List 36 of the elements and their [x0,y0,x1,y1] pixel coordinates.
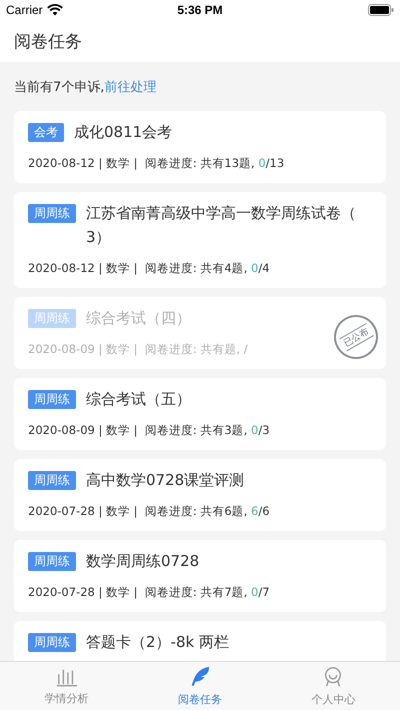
task-title: 综合考试（四） [86,308,192,329]
page-title: 阅卷任务 [14,30,82,52]
tag-label: 周周练 [28,633,76,652]
task-card[interactable]: 周周练 数学周周练0728 2020-07-28 | 数学 | 阅卷进度: 共有7题, 0/7 [14,540,386,612]
task-title: 成化0811会考 [74,122,174,143]
wifi-icon [46,4,63,16]
tag-label: 周周练 [28,204,76,223]
task-card[interactable]: 周周练 综合考试（四） 2020-08-09 | 数学 | 阅卷进度: 共有题, / 已公布 [14,297,386,369]
task-card[interactable]: 周周练 答题卡（2）-8k 两栏 [14,621,386,661]
task-card[interactable]: 周周练 高中数学0728课堂评测 2020-07-28 | 数学 | 阅卷进度: 共有6题, 6/6 [14,459,386,531]
tag-label: 会考 [28,123,64,142]
task-meta: 2020-08-09 | 数学 | 阅卷进度: 共有3题, 0/3 [28,422,270,438]
task-title: 综合考试（五） [86,389,192,410]
task-meta: 2020-08-12 | 数学 | 阅卷进度: 共有4题, 0/4 [28,260,270,276]
task-meta: 2020-07-28 | 数学 | 阅卷进度: 共有7题, 0/7 [28,584,270,600]
task-title: 高中数学0728课堂评测 [86,470,246,491]
tab-item[interactable]: 阅卷任务 [133,662,267,710]
notice-text: 当前有7个申诉, [14,78,104,96]
battery-icon [368,4,394,16]
task-card[interactable]: 周周练 江苏省南菁高级中学高一数学周练试卷（3） 2020-08-12 | 数学 | 阅卷进度: 共有4题, 0/4 [14,192,386,288]
carrier-text: Carrier [6,3,43,17]
tag-label: 周周练 [28,552,76,571]
time-text: 5:36 PM [177,3,223,17]
task-meta: 2020-07-28 | 数学 | 阅卷进度: 共有6题, 6/6 [28,503,270,519]
task-title: 数学周周练0728 [86,551,200,572]
task-meta: 2020-08-12 | 数学 | 阅卷进度: 共有13题, 0/13 [28,155,284,171]
task-meta: 2020-08-09 | 数学 | 阅卷进度: 共有题, / [28,341,248,357]
bar-chart-icon [56,666,78,686]
tag-label: 周周练 [28,390,76,409]
tag-label: 周周练 [28,471,76,490]
feather-icon [188,666,211,688]
task-title: 江苏省南菁高级中学高一数学周练试卷（3） [86,203,357,248]
task-title: 答题卡（2）-8k 两栏 [86,632,230,653]
tag-label: 周周练 [28,309,76,328]
task-card[interactable]: 会考 成化0811会考 2020-08-12 | 数学 | 阅卷进度: 共有13题, 0/13 [14,111,386,183]
task-card[interactable]: 周周练 综合考试（五） 2020-08-09 | 数学 | 阅卷进度: 共有3题, 0/3 [14,378,386,450]
